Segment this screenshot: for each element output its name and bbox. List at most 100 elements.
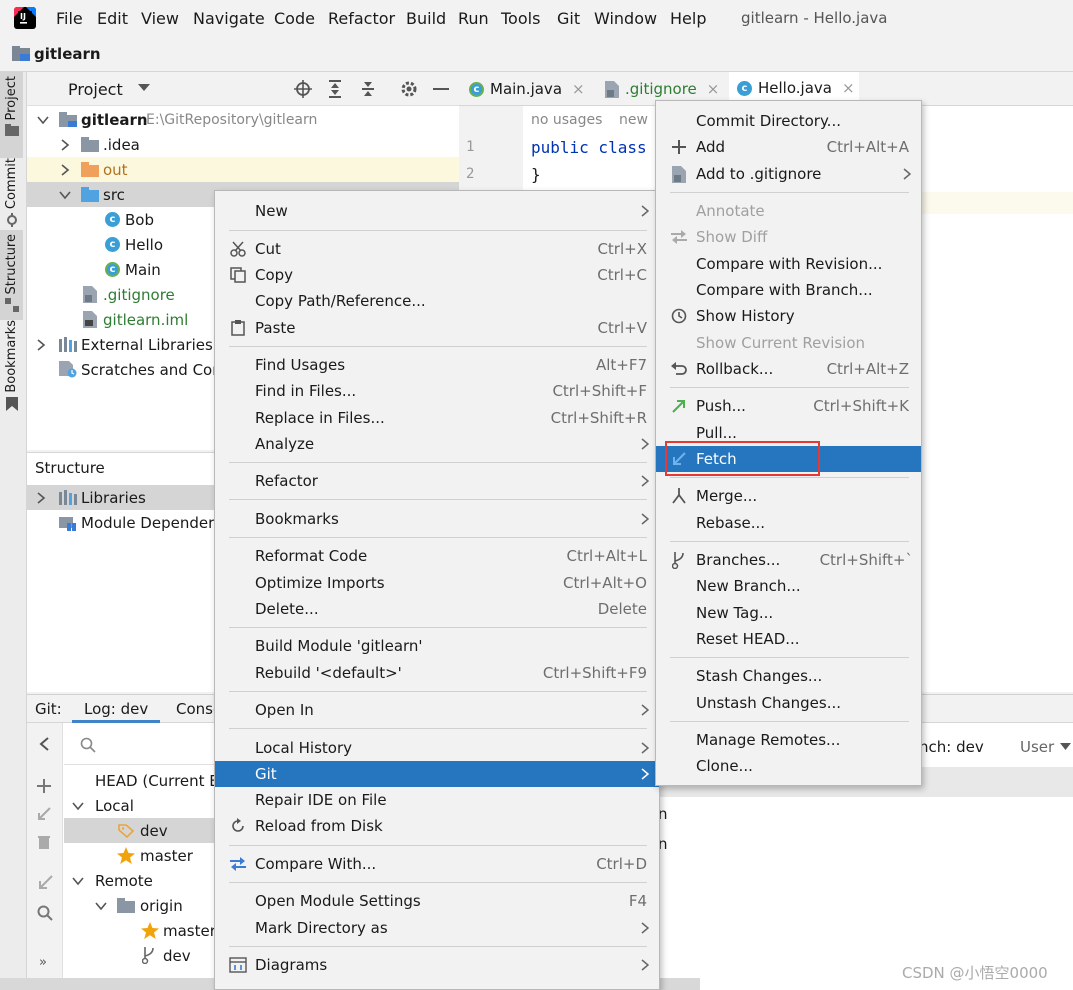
menu-item-replace-in-files[interactable]: Replace in Files... Ctrl+Shift+R (215, 405, 659, 431)
menu-item-compare-branch[interactable]: Compare with Branch... (656, 277, 921, 303)
tree-row-bob[interactable]: c Bob (27, 207, 227, 232)
minimize-icon[interactable] (433, 88, 449, 91)
menu-refactor[interactable]: Refactor (328, 9, 395, 28)
menu-item-diagrams[interactable]: Diagrams (215, 952, 659, 978)
menu-code[interactable]: Code (274, 9, 315, 28)
menu-item-add[interactable]: Add Ctrl+Alt+A (656, 134, 921, 160)
chevron-right-icon (35, 338, 47, 351)
menu-item-reload-from-disk[interactable]: Reload from Disk (215, 813, 659, 839)
tool-tab-commit[interactable]: Commit (0, 158, 23, 230)
breadcrumb[interactable]: gitlearn (34, 45, 101, 63)
menu-item-optimize-imports[interactable]: Optimize Imports Ctrl+Alt+O (215, 570, 659, 596)
menu-item-cut[interactable]: Cut Ctrl+X (215, 236, 659, 262)
menu-item-rebase[interactable]: Rebase... (656, 510, 921, 536)
tree-row-root[interactable]: gitlearn E:\GitRepository\gitlearn (27, 107, 459, 132)
menu-item-add-shortcut: Ctrl+Alt+A (826, 138, 909, 156)
menu-help[interactable]: Help (670, 9, 706, 28)
menu-item-git[interactable]: Git (215, 761, 659, 787)
menu-git[interactable]: Git (557, 9, 580, 28)
menu-item-mark-directory[interactable]: Mark Directory as (215, 915, 659, 941)
menu-item-open-in[interactable]: Open In (215, 697, 659, 723)
menu-item-local-history[interactable]: Local History (215, 735, 659, 761)
close-icon[interactable]: × (842, 79, 855, 97)
add-icon[interactable] (37, 779, 51, 793)
tree-row-hello[interactable]: c Hello (27, 232, 227, 257)
folder-icon (4, 124, 19, 137)
search-icon[interactable] (37, 905, 53, 921)
menu-build[interactable]: Build (406, 9, 446, 28)
menu-item-repair-ide[interactable]: Repair IDE on File (215, 787, 659, 813)
menu-window[interactable]: Window (594, 9, 657, 28)
tree-row-libraries[interactable]: Libraries (27, 485, 215, 510)
menu-item-clone[interactable]: Clone... (656, 753, 921, 779)
menu-item-copy-path[interactable]: Copy Path/Reference... (215, 288, 659, 314)
menu-item-module-settings[interactable]: Open Module Settings F4 (215, 888, 659, 914)
menu-item-find-in-files[interactable]: Find in Files... Ctrl+Shift+F (215, 378, 659, 404)
tree-row-gitignore[interactable]: .gitignore (27, 282, 227, 307)
menu-item-bookmarks[interactable]: Bookmarks (215, 506, 659, 532)
menu-item-add-to-gitignore[interactable]: Add to .gitignore (656, 161, 921, 187)
menu-item-refactor[interactable]: Refactor (215, 468, 659, 494)
dropdown-arrow-icon[interactable] (1060, 743, 1071, 750)
menu-item-new[interactable]: New (215, 198, 659, 224)
menu-item-branches[interactable]: Branches... Ctrl+Shift+` (656, 547, 921, 573)
menu-item-analyze[interactable]: Analyze (215, 431, 659, 457)
project-panel-title[interactable]: Project (68, 80, 123, 99)
more-icon[interactable]: » (39, 955, 47, 970)
back-arrow-icon[interactable] (38, 737, 50, 751)
menu-item-paste[interactable]: Paste Ctrl+V (215, 315, 659, 341)
menu-item-new-branch[interactable]: New Branch... (656, 573, 921, 599)
gear-icon[interactable] (400, 80, 418, 98)
tree-row-idea[interactable]: .idea (27, 132, 459, 157)
menu-item-delete[interactable]: Delete... Delete (215, 596, 659, 622)
tree-row-external-libraries[interactable]: External Libraries (27, 332, 227, 357)
menu-item-show-history[interactable]: Show History (656, 303, 921, 329)
close-icon[interactable]: × (707, 80, 720, 98)
tab-log-dev[interactable]: Log: dev (72, 695, 161, 723)
tree-row-main[interactable]: c Main (27, 257, 227, 282)
expand-all-icon[interactable] (327, 80, 343, 98)
menu-view[interactable]: View (141, 9, 179, 28)
menu-item-copy[interactable]: Copy Ctrl+C (215, 262, 659, 288)
menu-item-rollback[interactable]: Rollback... Ctrl+Alt+Z (656, 356, 921, 382)
locate-icon[interactable] (294, 80, 312, 98)
update-icon[interactable] (37, 875, 53, 891)
tree-row-iml[interactable]: gitlearn.iml (27, 307, 227, 332)
menu-edit[interactable]: Edit (97, 9, 128, 28)
collapse-all-icon[interactable] (360, 80, 376, 98)
menu-run[interactable]: Run (458, 9, 489, 28)
branch-filter[interactable]: nch: dev (919, 738, 984, 756)
tree-row-scratches[interactable]: Scratches and Con (27, 357, 215, 382)
menu-item-new-tag[interactable]: New Tag... (656, 600, 921, 626)
checkout-arrow-icon[interactable] (37, 807, 51, 821)
tree-row-module-dependencies[interactable]: Module Depender (27, 510, 215, 535)
menu-item-find-usages[interactable]: Find Usages Alt+F7 (215, 352, 659, 378)
menu-item-analyze-label: Analyze (255, 435, 315, 453)
tool-tab-project[interactable]: Project (0, 72, 23, 158)
menu-item-rebuild[interactable]: Rebuild '<default>' Ctrl+Shift+F9 (215, 660, 659, 686)
tab-main-java[interactable]: c Main.java × (469, 72, 589, 106)
tree-row-out[interactable]: out (27, 157, 459, 182)
menu-item-manage-remotes[interactable]: Manage Remotes... (656, 727, 921, 753)
dropdown-arrow-icon[interactable] (138, 84, 150, 92)
menu-item-merge[interactable]: Merge... (656, 483, 921, 509)
chevron-down-icon (37, 114, 49, 126)
close-icon[interactable]: × (572, 80, 585, 98)
menu-item-build-module[interactable]: Build Module 'gitlearn' (215, 633, 659, 659)
menu-item-compare-with[interactable]: Compare With... Ctrl+D (215, 851, 659, 877)
menu-navigate[interactable]: Navigate (193, 9, 265, 28)
user-filter[interactable]: User (1020, 738, 1054, 756)
menu-item-push[interactable]: Push... Ctrl+Shift+K (656, 393, 921, 419)
menu-item-unstash[interactable]: Unstash Changes... (656, 690, 921, 716)
tool-tab-bookmarks[interactable]: Bookmarks (0, 320, 23, 420)
menu-item-reset-head[interactable]: Reset HEAD... (656, 626, 921, 652)
menu-item-reformat-code[interactable]: Reformat Code Ctrl+Alt+L (215, 543, 659, 569)
delete-icon[interactable] (38, 835, 50, 849)
menu-tools[interactable]: Tools (501, 9, 540, 28)
menu-item-stash[interactable]: Stash Changes... (656, 663, 921, 689)
menu-item-mark-directory-label: Mark Directory as (255, 919, 388, 937)
menu-file[interactable]: File (56, 9, 83, 28)
menu-item-compare-revision[interactable]: Compare with Revision... (656, 251, 921, 277)
tool-tab-structure[interactable]: Structure (0, 230, 23, 320)
menu-item-commit-directory[interactable]: Commit Directory... (656, 108, 921, 134)
